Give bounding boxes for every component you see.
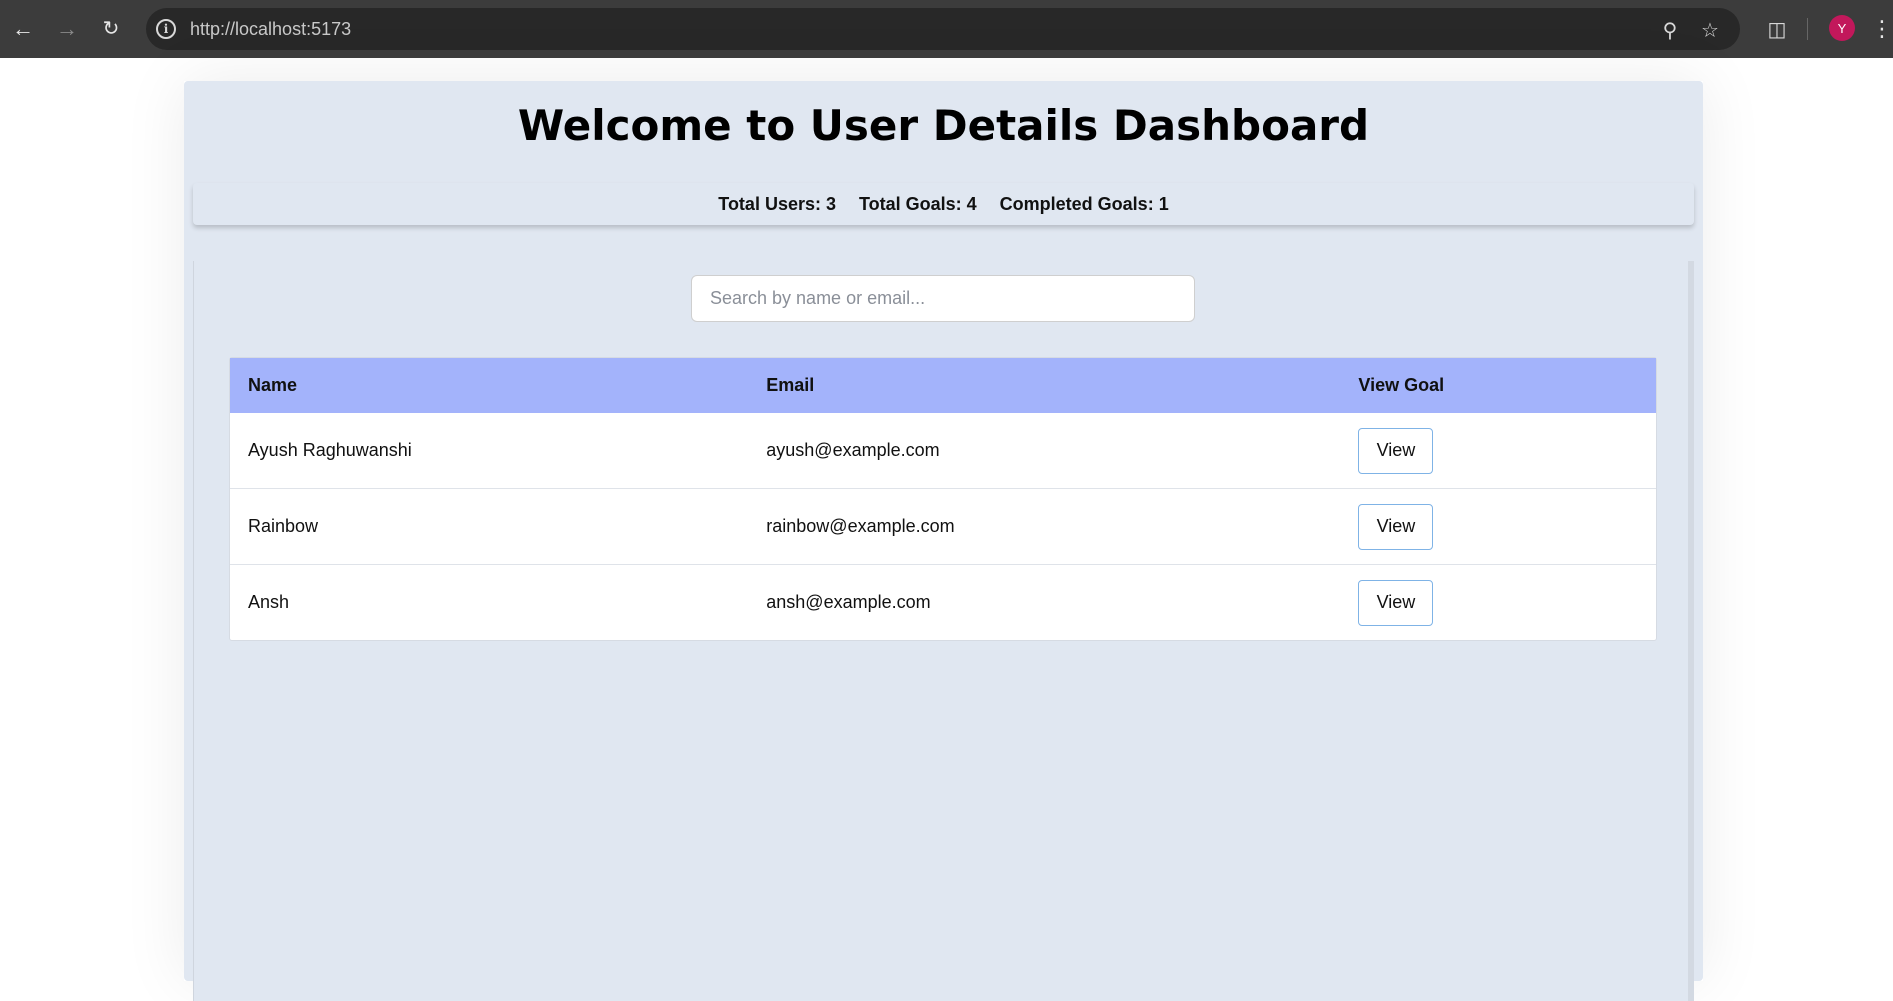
completed-goals-stat: Completed Goals: 1 <box>999 193 1169 214</box>
column-header-name: Name <box>248 375 298 395</box>
view-cell: View <box>1340 503 1656 550</box>
table-row: Rainbow rainbow@example.com View <box>230 489 1656 565</box>
total-goals-stat: Total Goals: 4 <box>858 193 977 214</box>
stats-bar: Total Users: 3 Total Goals: 4 Completed … <box>193 183 1694 225</box>
dashboard-container: Welcome to User Details Dashboard Total … <box>184 81 1703 1001</box>
table-row: Ansh ansh@example.com View <box>230 565 1656 640</box>
user-email: ayush@example.com <box>766 440 940 460</box>
user-name: Ansh <box>248 592 290 612</box>
address-bar[interactable]: i http://localhost:5173 ⚲ ☆ <box>146 8 1740 50</box>
search-input[interactable] <box>691 275 1195 322</box>
table-row: Ayush Raghuwanshi ayush@example.com View <box>230 413 1656 489</box>
user-email: rainbow@example.com <box>766 516 955 536</box>
zoom-icon[interactable]: ⚲ <box>1658 18 1682 42</box>
view-goal-button[interactable]: View <box>1358 503 1434 550</box>
browser-menu-icon[interactable]: ⋮ <box>1871 14 1893 44</box>
table-header-row: Name Email View Goal <box>230 358 1656 413</box>
forward-arrow-icon[interactable]: → <box>52 14 82 44</box>
view-goal-button[interactable]: View <box>1358 427 1434 474</box>
user-name: Ayush Raghuwanshi <box>248 440 412 460</box>
view-cell: View <box>1340 579 1656 626</box>
extensions-puzzle-icon[interactable]: ◫ <box>1762 14 1792 44</box>
column-header-email: Email <box>766 375 815 395</box>
column-header-view-goal: View Goal <box>1358 375 1445 395</box>
user-name: Rainbow <box>248 516 319 536</box>
back-arrow-icon[interactable]: ← <box>8 14 38 44</box>
bookmark-star-icon[interactable]: ☆ <box>1698 18 1722 42</box>
reload-icon[interactable]: ↻ <box>96 14 126 44</box>
site-info-icon[interactable]: i <box>156 19 176 39</box>
profile-avatar[interactable]: Y <box>1829 15 1855 41</box>
total-users-stat: Total Users: 3 <box>718 193 836 214</box>
view-cell: View <box>1340 427 1656 474</box>
toolbar-divider <box>1807 18 1808 40</box>
url-text[interactable]: http://localhost:5173 <box>190 19 351 40</box>
user-email: ansh@example.com <box>766 592 931 612</box>
browser-toolbar: ← → ↻ i http://localhost:5173 ⚲ ☆ ◫ Y ⋮ <box>0 0 1893 58</box>
users-table: Name Email View Goal Ayush Raghuwanshi a… <box>229 357 1657 641</box>
view-goal-button[interactable]: View <box>1358 579 1434 626</box>
page-title: Welcome to User Details Dashboard <box>517 101 1370 150</box>
